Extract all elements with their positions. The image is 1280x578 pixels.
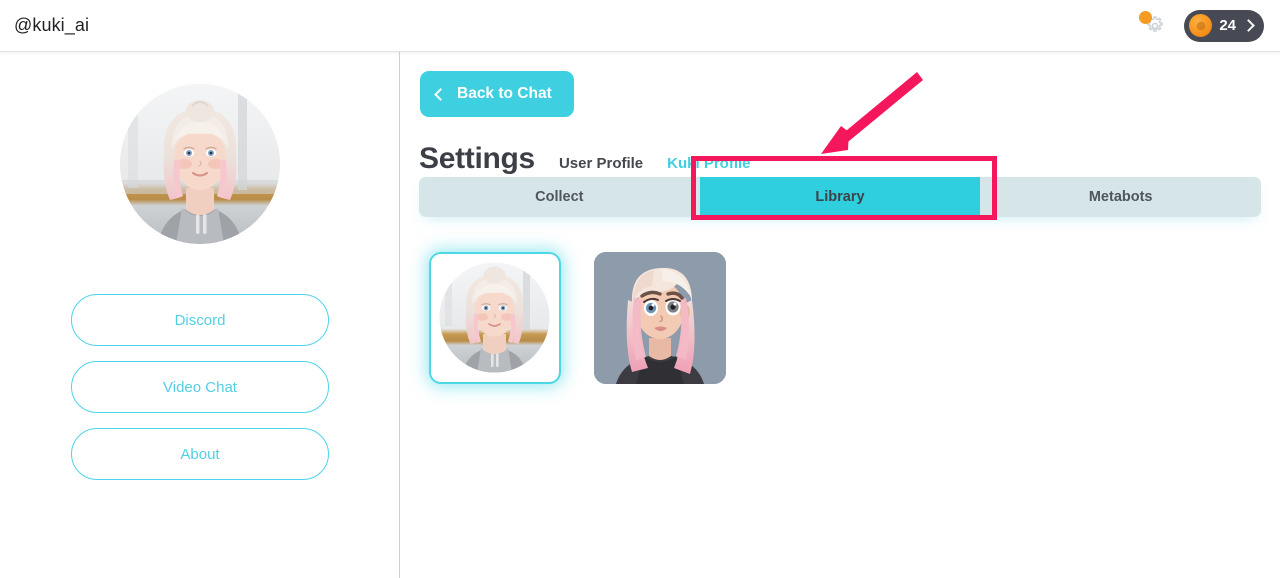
sidebar-item-label: Discord [174,311,226,329]
tab-collect[interactable]: Collect [419,177,700,217]
token-balance-button[interactable]: 24 [1184,9,1264,42]
back-to-chat-label: Back to Chat [457,85,552,102]
chevron-right-icon [1242,19,1255,32]
main-content: Back to Chat Settings User Profile Kuki … [401,52,1280,578]
top-bar: @kuki_ai 24 [0,0,1280,52]
sidebar-item-label: Video Chat [163,378,237,396]
coin-icon [1189,14,1213,37]
page-title: Settings [419,142,535,175]
avatar-thumbnail-image [431,254,558,381]
sidebar-item-about[interactable]: About [71,428,329,480]
link-user-profile[interactable]: User Profile [559,155,643,172]
avatar-thumbnail-image [594,252,726,384]
avatar-thumbnail-grid [429,252,726,384]
sidebar-item-label: About [180,445,220,463]
profile-tab-bar: Collect Library Metabots [419,177,1261,217]
app-root: @kuki_ai 24 Discord Video Chat About Bac… [0,0,1280,578]
top-bar-right-group: 24 [1139,9,1264,42]
sidebar-buttons: Discord Video Chat About [71,294,329,480]
avatar [120,84,280,244]
settings-gear-button[interactable] [1139,10,1170,41]
sidebar: Discord Video Chat About [0,52,400,578]
chevron-left-icon [434,87,447,101]
avatar-thumbnail-realistic[interactable] [429,252,561,384]
settings-header-row: Settings User Profile Kuki Profile [419,142,751,176]
sidebar-item-video-chat[interactable]: Video Chat [71,361,329,413]
avatar-thumbnail-illustrated[interactable] [594,252,726,384]
tab-metabots[interactable]: Metabots [980,177,1261,217]
sidebar-item-discord[interactable]: Discord [71,294,329,346]
token-count: 24 [1219,17,1236,34]
notification-dot-icon [1139,10,1153,24]
account-handle: @kuki_ai [14,15,90,35]
tab-library[interactable]: Library [699,177,981,217]
link-kuki-profile[interactable]: Kuki Profile [667,155,750,172]
avatar-image [120,84,280,244]
back-to-chat-button[interactable]: Back to Chat [420,71,574,117]
